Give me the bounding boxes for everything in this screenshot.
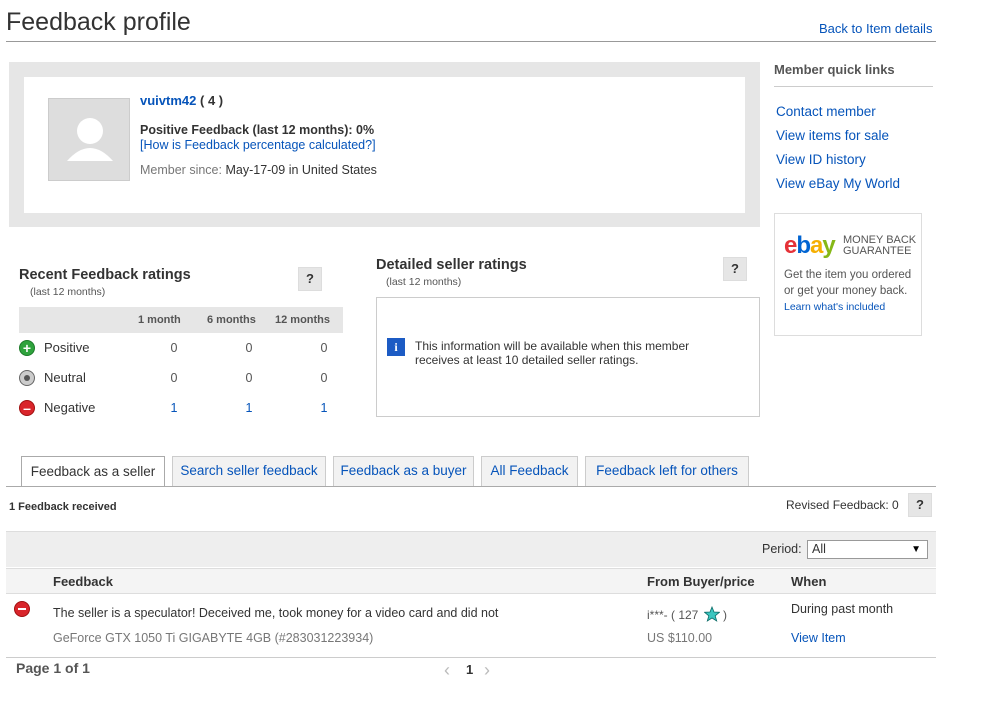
revised-help-icon[interactable]: ? bbox=[908, 493, 932, 517]
guarantee-text: Get the item you ordered or get your mon… bbox=[784, 269, 912, 297]
member-since-value: May-17-09 in United States bbox=[225, 163, 377, 177]
learn-included-link[interactable]: Learn what's included bbox=[784, 301, 885, 313]
recent-ratings-help-icon[interactable]: ? bbox=[298, 267, 322, 291]
tabs-divider bbox=[6, 486, 936, 487]
profile-card bbox=[24, 77, 745, 213]
positive-label: Positive bbox=[44, 340, 90, 355]
tab-feedback-left-for-others[interactable]: Feedback left for others bbox=[585, 456, 749, 486]
back-to-item-link[interactable]: Back to Item details bbox=[819, 21, 932, 36]
page-title: Feedback profile bbox=[6, 8, 191, 36]
buyer-info: i***- ( 127 ) bbox=[647, 605, 728, 622]
recent-ratings-subtitle: (last 12 months) bbox=[30, 286, 106, 298]
feedback-received-count: 1 Feedback received bbox=[9, 501, 117, 513]
info-icon: i bbox=[387, 338, 405, 356]
neutral-12-months: 0 bbox=[320, 371, 328, 385]
positive-1-month: 0 bbox=[170, 341, 178, 355]
star-icon bbox=[703, 605, 721, 622]
col-from-buyer-price: From Buyer/price bbox=[647, 574, 755, 589]
neutral-6-months: 0 bbox=[245, 371, 253, 385]
negative-12-months-link[interactable]: 1 bbox=[314, 401, 334, 415]
period-select[interactable]: All ▼ bbox=[807, 540, 928, 559]
view-id-history-link[interactable]: View ID history bbox=[776, 152, 866, 167]
table-bottom-divider bbox=[6, 657, 936, 658]
col-when: When bbox=[791, 574, 827, 589]
recent-ratings-title: Recent Feedback ratings bbox=[19, 267, 191, 283]
view-item-link[interactable]: View Item bbox=[791, 631, 846, 645]
username-link[interactable]: vuivtm42 bbox=[140, 93, 196, 108]
negative-label: Negative bbox=[44, 400, 96, 415]
quick-links-title: Member quick links bbox=[774, 62, 895, 77]
current-page[interactable]: 1 bbox=[466, 662, 473, 677]
tab-all-feedback[interactable]: All Feedback bbox=[481, 456, 578, 486]
negative-rating-icon bbox=[14, 601, 30, 617]
quick-links-divider bbox=[774, 86, 933, 87]
dropdown-arrow-icon: ▼ bbox=[911, 544, 921, 555]
contact-member-link[interactable]: Contact member bbox=[776, 104, 876, 119]
period-selected-value: All bbox=[812, 542, 826, 556]
revised-feedback: Revised Feedback: 0 bbox=[786, 498, 899, 512]
dsr-message: This information will be available when … bbox=[415, 339, 690, 367]
tab-feedback-as-seller[interactable]: Feedback as a seller bbox=[21, 456, 165, 487]
dsr-info-box: i This information will be available whe… bbox=[376, 297, 760, 417]
col-12-months: 12 months bbox=[275, 314, 331, 326]
neutral-icon bbox=[19, 370, 35, 386]
prev-page-button[interactable]: ‹ bbox=[444, 660, 450, 681]
col-feedback: Feedback bbox=[53, 574, 113, 589]
member-since-label: Member since: bbox=[140, 163, 222, 177]
view-my-world-link[interactable]: View eBay My World bbox=[776, 176, 900, 191]
how-calculated-link[interactable]: [How is Feedback percentage calculated?] bbox=[140, 138, 376, 152]
dsr-help-icon[interactable]: ? bbox=[723, 257, 747, 281]
view-items-for-sale-link[interactable]: View items for sale bbox=[776, 128, 889, 143]
item-price: US $110.00 bbox=[647, 631, 713, 645]
feedback-comment: The seller is a speculator! Deceived me,… bbox=[53, 606, 499, 620]
buyer-name[interactable]: i***- ( 127 bbox=[647, 608, 698, 622]
positive-6-months: 0 bbox=[245, 341, 253, 355]
buyer-close: ) bbox=[723, 608, 728, 622]
positive-icon: + bbox=[19, 340, 35, 356]
neutral-1-month: 0 bbox=[170, 371, 178, 385]
positive-12-months: 0 bbox=[320, 341, 328, 355]
avatar bbox=[48, 98, 130, 181]
feedback-item: GeForce GTX 1050 Ti GIGABYTE 4GB (#28303… bbox=[53, 631, 374, 645]
feedback-score: ( 4 ) bbox=[200, 93, 224, 108]
col-1-month: 1 month bbox=[138, 314, 181, 326]
tab-feedback-as-buyer[interactable]: Feedback as a buyer bbox=[333, 456, 474, 486]
negative-1-month-link[interactable]: 1 bbox=[164, 401, 184, 415]
dsr-title: Detailed seller ratings bbox=[376, 257, 527, 273]
dsr-subtitle: (last 12 months) bbox=[386, 276, 462, 288]
ebay-logo: ebay bbox=[784, 232, 836, 259]
period-label: Period: bbox=[762, 542, 802, 556]
next-page-button[interactable]: › bbox=[484, 660, 490, 681]
negative-icon: – bbox=[19, 400, 35, 416]
positive-feedback-percent: Positive Feedback (last 12 months): 0% bbox=[140, 123, 375, 137]
member-since: Member since: May-17-09 in United States bbox=[140, 163, 377, 177]
guarantee-badge: MONEY BACK GUARANTEE bbox=[843, 234, 917, 257]
user-silhouette-icon bbox=[67, 118, 113, 161]
money-back-guarantee-box: ebay MONEY BACK GUARANTEE Get the item y… bbox=[774, 213, 922, 336]
title-divider bbox=[6, 41, 936, 42]
neutral-label: Neutral bbox=[44, 370, 86, 385]
username: vuivtm42 ( 4 ) bbox=[140, 93, 223, 108]
col-6-months: 6 months bbox=[207, 314, 256, 326]
tab-search-seller-feedback[interactable]: Search seller feedback bbox=[172, 456, 326, 486]
page-indicator: Page 1 of 1 bbox=[16, 660, 90, 676]
negative-6-months-link[interactable]: 1 bbox=[239, 401, 259, 415]
feedback-when: During past month bbox=[791, 602, 894, 616]
